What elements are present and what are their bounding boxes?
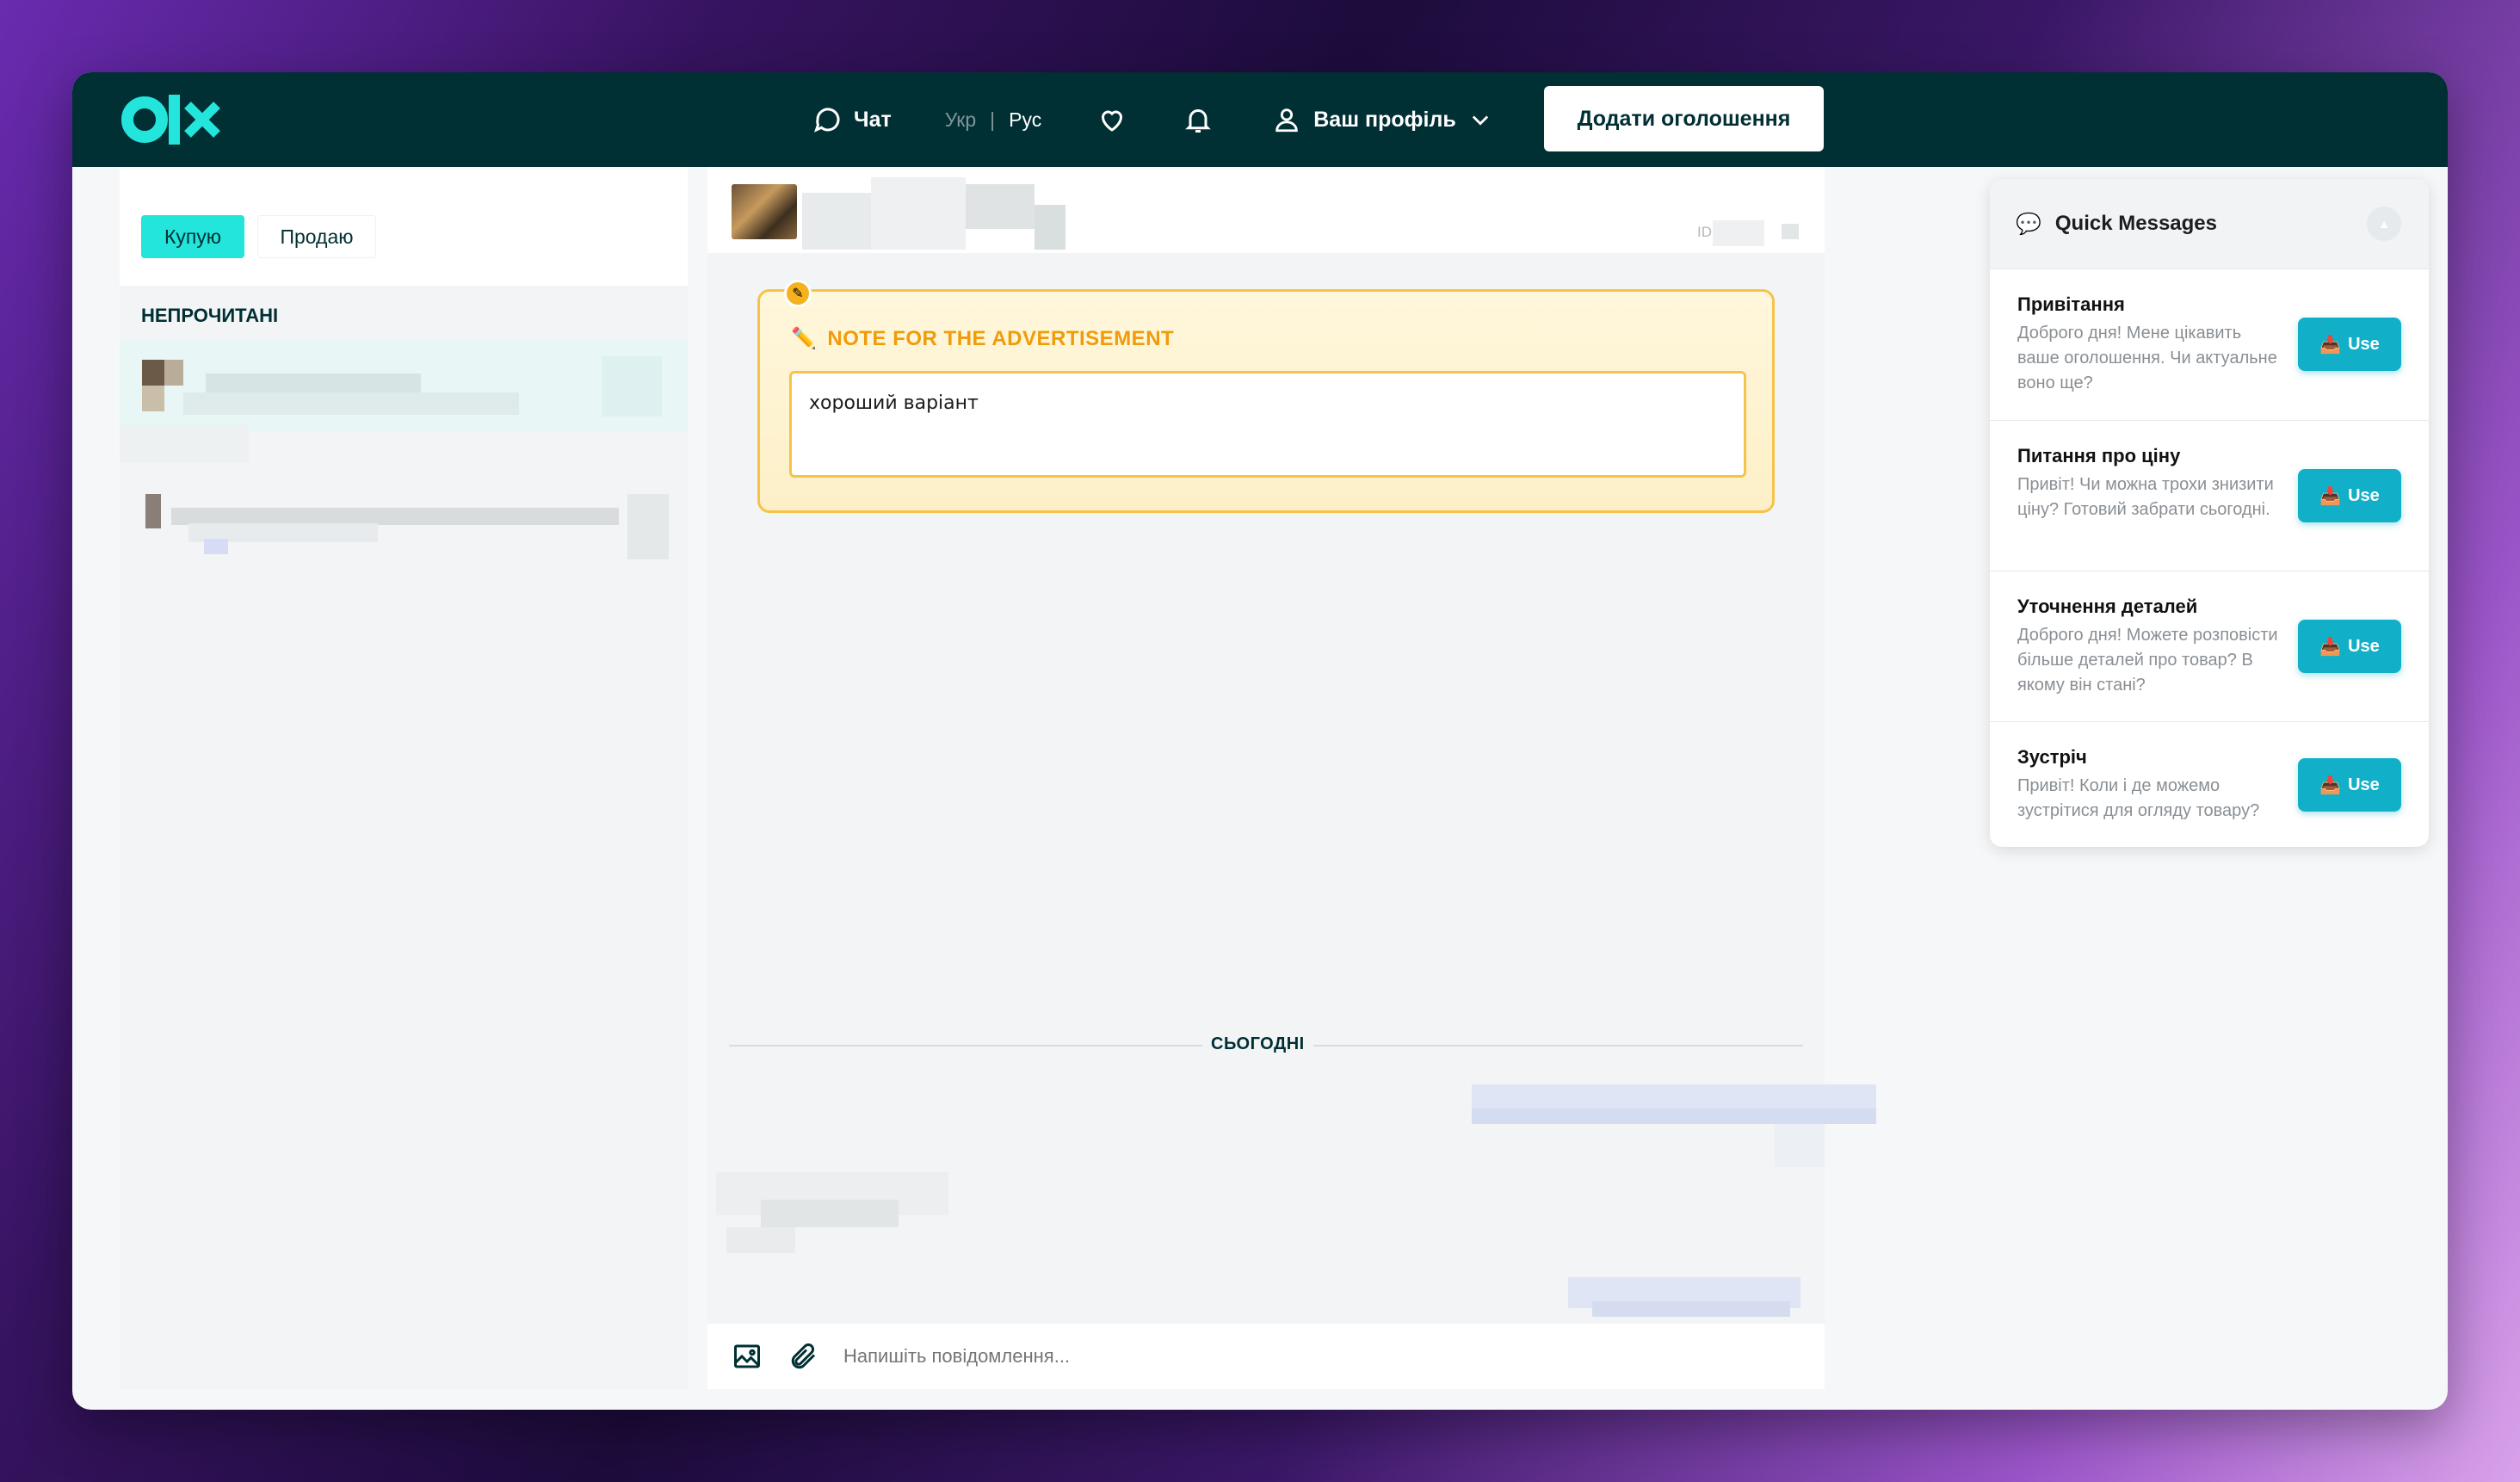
- unread-section-title: НЕПРОЧИТАНІ: [141, 305, 279, 326]
- chevron-down-icon: [1472, 115, 1488, 126]
- conversation-tabs: Купую Продаю: [120, 167, 688, 286]
- redacted-message: [726, 1227, 795, 1253]
- redacted-title: [802, 193, 871, 250]
- app-window: Чат Укр | Рус Ваш профіль Додати оголоше…: [72, 72, 2448, 1410]
- quick-message-body: Доброго дня! Можете розповісти більше де…: [2017, 626, 2278, 695]
- redacted-text: [204, 539, 228, 554]
- use-button[interactable]: 📥 Use: [2298, 469, 2401, 522]
- image-icon: [734, 1344, 760, 1368]
- inbox-icon: 📥: [2319, 335, 2342, 355]
- redacted-text: [627, 494, 669, 559]
- speech-bubble-icon: 💬: [2016, 212, 2041, 236]
- notifications-button[interactable]: [1183, 104, 1214, 135]
- quick-messages-header: 💬 Quick Messages ▲: [1990, 179, 2429, 269]
- chat-bubble-icon: [813, 108, 840, 133]
- top-navigation-bar: Чат Укр | Рус Ваш профіль Додати оголоше…: [72, 72, 2448, 167]
- message-input[interactable]: [843, 1345, 1704, 1368]
- redacted-id: [1782, 224, 1799, 239]
- pin-icon: ✎: [784, 280, 812, 307]
- profile-label: Ваш профіль: [1313, 107, 1456, 132]
- attach-image-button[interactable]: [732, 1341, 763, 1372]
- redacted-id: [1713, 220, 1764, 246]
- redacted-avatar: [145, 494, 161, 528]
- redacted-avatar: [164, 360, 183, 386]
- olx-logo[interactable]: [120, 91, 224, 148]
- quick-message-title: Зустріч: [2017, 746, 2087, 768]
- quick-message-title: Привітання: [2017, 293, 2125, 315]
- attach-file-button[interactable]: [788, 1341, 819, 1372]
- use-button[interactable]: 📥 Use: [2298, 758, 2401, 812]
- chat-header: ID: [707, 167, 1825, 253]
- chat-link[interactable]: Чат: [812, 104, 892, 135]
- redacted-title: [1035, 205, 1065, 250]
- redacted-message: [1775, 1124, 1825, 1167]
- quick-message-item: Уточнення деталей Доброго дня! Можете ро…: [1990, 571, 2429, 721]
- quick-messages-title: Quick Messages: [2054, 212, 2217, 235]
- add-listing-button[interactable]: Додати оголошення: [1544, 86, 1824, 151]
- listing-id-label: ID: [1697, 224, 1712, 240]
- favorites-button[interactable]: [1096, 104, 1127, 135]
- use-button-label: Use: [2348, 636, 2380, 656]
- tab-buying[interactable]: Купую: [141, 215, 244, 258]
- redacted-avatar: [142, 386, 164, 411]
- use-button[interactable]: 📥 Use: [2298, 620, 2401, 673]
- redacted-text: [171, 508, 619, 525]
- quick-message-title: Питання про ціну: [2017, 445, 2181, 466]
- profile-menu[interactable]: Ваш профіль: [1272, 104, 1492, 135]
- conversation-item[interactable]: [120, 339, 688, 432]
- paperclip-icon: [791, 1343, 816, 1369]
- redacted-title: [871, 177, 966, 250]
- tab-selling[interactable]: Продаю: [257, 215, 376, 258]
- message-composer: [707, 1324, 1825, 1389]
- redacted-message: [1592, 1301, 1790, 1317]
- top-nav: Чат Укр | Рус Ваш профіль: [812, 72, 1492, 167]
- inbox-icon: 📥: [2319, 775, 2342, 795]
- redacted-message: [1472, 1108, 1876, 1124]
- quick-message-body: Привіт! Коли і де можемо зустрітися для …: [2017, 776, 2260, 820]
- use-button-label: Use: [2348, 775, 2380, 794]
- redacted-text: [206, 374, 421, 392]
- user-icon: [1275, 108, 1298, 133]
- listing-thumbnail[interactable]: [732, 184, 797, 239]
- quick-message-title: Уточнення деталей: [2017, 596, 2198, 617]
- inbox-icon: 📥: [2319, 486, 2342, 506]
- lang-rus[interactable]: Рус: [1009, 108, 1041, 132]
- redacted-avatar: [142, 360, 164, 386]
- use-button[interactable]: 📥 Use: [2298, 318, 2401, 371]
- ad-note-card: ✎ ✏️ NOTE FOR THE ADVERTISEMENT хороший …: [757, 280, 1775, 513]
- redacted-text: [120, 425, 249, 463]
- lang-ukr[interactable]: Укр: [945, 108, 976, 132]
- use-button-label: Use: [2348, 485, 2380, 505]
- chevron-up-icon: ▲: [2378, 217, 2390, 231]
- redacted-text: [183, 392, 519, 415]
- conversation-item[interactable]: [120, 468, 688, 563]
- day-label: СЬОГОДНІ: [1202, 1034, 1313, 1054]
- collapse-button[interactable]: ▲: [2367, 207, 2401, 241]
- conversation-list-panel: Купую Продаю НЕПРОЧИТАНІ: [120, 167, 688, 1389]
- heart-icon: [1102, 110, 1123, 132]
- note-title-text: NOTE FOR THE ADVERTISEMENT: [827, 326, 1175, 350]
- quick-message-body: Доброго дня! Мене цікавить ваше оголошен…: [2017, 324, 2277, 392]
- note-title: ✏️ NOTE FOR THE ADVERTISEMENT: [791, 326, 1174, 351]
- quick-message-item: Зустріч Привіт! Коли і де можемо зустріт…: [1990, 721, 2429, 847]
- inbox-icon: 📥: [2319, 637, 2342, 657]
- redacted-message: [761, 1200, 899, 1227]
- redacted-title: [966, 184, 1035, 229]
- use-button-label: Use: [2348, 334, 2380, 354]
- quick-message-item: Привітання Доброго дня! Мене цікавить ва…: [1990, 269, 2429, 420]
- lang-separator: |: [990, 108, 996, 131]
- pencil-icon: ✏️: [791, 327, 818, 350]
- note-textarea[interactable]: хороший варіант: [789, 371, 1746, 478]
- redacted-text: [602, 356, 662, 417]
- bell-icon: [1185, 109, 1212, 133]
- quick-message-body: Привіт! Чи можна трохи знизити ціну? Гот…: [2017, 475, 2274, 519]
- chat-label: Чат: [854, 107, 892, 132]
- chat-panel: ID ✎ ✏️ NOTE FOR THE ADVERTISEMENT хорош…: [707, 167, 1876, 1389]
- quick-messages-panel: 💬 Quick Messages ▲ Привітання Доброго дн…: [1990, 179, 2429, 847]
- quick-message-item: Питання про ціну Привіт! Чи можна трохи …: [1990, 420, 2429, 571]
- language-switcher: Укр | Рус: [945, 108, 1042, 132]
